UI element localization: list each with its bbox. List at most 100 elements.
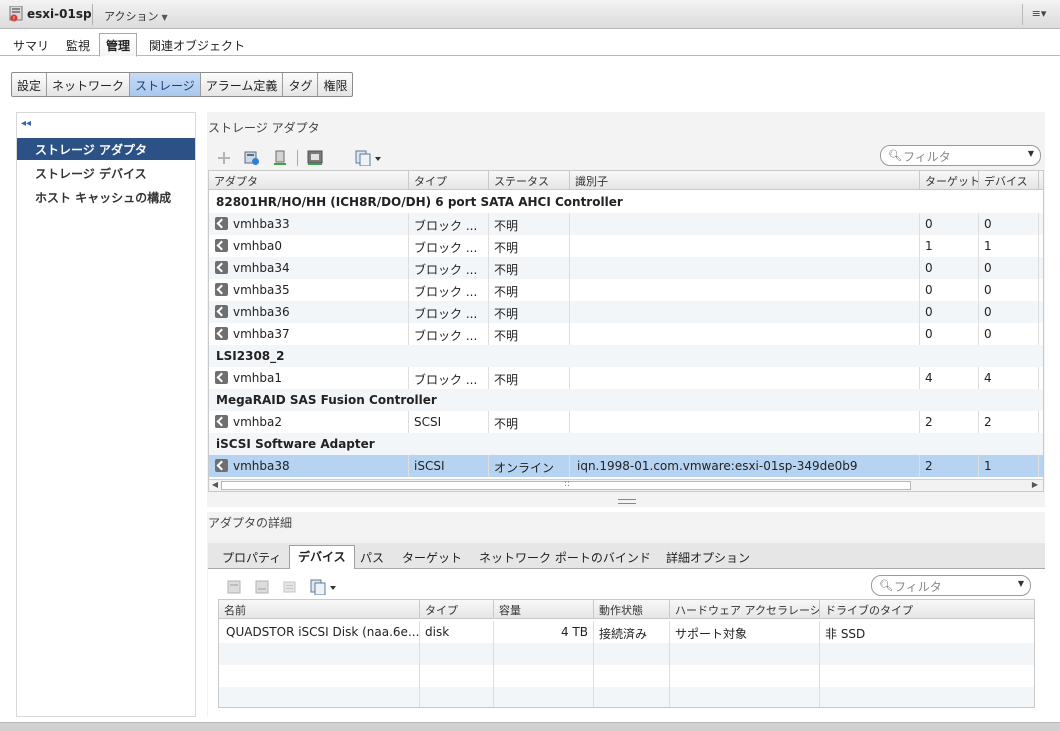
title-bar: ! esxi-01sp アクション ▼ ≡▾ — [0, 0, 1060, 29]
subtab-settings[interactable]: 設定 — [12, 73, 48, 96]
adapters-horizontal-scrollbar[interactable]: ◀ :: ▶ — [209, 479, 1043, 491]
devices-table: 名前 タイプ 容量 動作状態 ハードウェア アクセラレーシ... ドライブのタイ… — [218, 599, 1035, 708]
table-row[interactable]: vmhba36 ブロック ... 不明 0 0 — [209, 301, 1043, 323]
tab-related-objects[interactable]: 関連オブジェクト — [143, 34, 251, 56]
adapter-identifier — [570, 301, 920, 323]
adapter-filter-input[interactable]: 🔍︎ フィルタ ▼ — [880, 145, 1041, 166]
table-row[interactable]: vmhba37 ブロック ... 不明 0 0 — [209, 323, 1043, 345]
col-name[interactable]: 名前 — [219, 600, 420, 619]
col-hw-acceleration[interactable]: ハードウェア アクセラレーシ... — [670, 600, 820, 619]
adapter-devices: 1 — [979, 455, 1039, 477]
rescan-storage-icon[interactable] — [244, 150, 260, 166]
adapter-type: ブロック ... — [409, 235, 489, 257]
tab-manage[interactable]: 管理 — [99, 33, 138, 57]
col-targets[interactable]: ターゲット — [920, 171, 979, 190]
sub-tabs: 設定 ネットワーク ストレージ アラーム定義 タグ 権限 — [11, 72, 354, 97]
device-state: 接続済み — [594, 621, 670, 643]
dtab-paths[interactable]: パス — [352, 547, 392, 569]
adapter-status: 不明 — [489, 301, 570, 323]
export-devices-icon[interactable] — [310, 579, 338, 595]
search-icon: 🔍︎ — [879, 579, 893, 592]
actions-label: アクション — [104, 10, 159, 23]
subtab-permissions[interactable]: 権限 — [318, 73, 352, 96]
device-type: disk — [420, 621, 494, 643]
adapter-name-text: vmhba38 — [233, 459, 290, 473]
actions-menu[interactable]: アクション ▼ — [104, 8, 168, 24]
dtab-advanced-options[interactable]: 詳細オプション — [658, 547, 758, 569]
storage-adapter-icon — [215, 239, 228, 252]
table-row[interactable]: vmhba35 ブロック ... 不明 0 0 — [209, 279, 1043, 301]
panel-splitter[interactable] — [618, 499, 636, 504]
dtab-network-port-binding[interactable]: ネットワーク ポートのバインド — [471, 547, 659, 569]
collapse-icon[interactable]: ◂◂ — [21, 118, 31, 129]
adapter-targets: 2 — [920, 455, 979, 477]
adapter-type: ブロック ... — [409, 323, 489, 345]
adapter-settings-icon[interactable] — [307, 150, 323, 166]
empty-cell — [219, 687, 420, 707]
device-drive-type: 非 SSD — [825, 627, 866, 641]
adapters-table-header: アダプタ タイプ ステータス 識別子 ターゲット デバイス — [209, 171, 1043, 190]
adapter-type: ブロック ... — [409, 279, 489, 301]
col-status[interactable]: ステータス — [489, 171, 570, 190]
table-row[interactable]: vmhba2 SCSI 不明 2 2 — [209, 411, 1043, 433]
devices-table-header: 名前 タイプ 容量 動作状態 ハードウェア アクセラレーシ... ドライブのタイ… — [219, 600, 1034, 619]
dtab-devices[interactable]: デバイス — [289, 545, 355, 570]
col-drive-type[interactable]: ドライブのタイプ — [820, 600, 1034, 619]
adapter-group-row[interactable]: iSCSI Software Adapter — [209, 433, 1043, 455]
table-row[interactable]: vmhba33 ブロック ... 不明 0 0 — [209, 213, 1043, 235]
table-row[interactable]: vmhba38 iSCSI オンライン iqn.1998-01.com.vmware:… — [209, 455, 1043, 477]
adapter-targets: 1 — [920, 235, 979, 257]
dtab-properties[interactable]: プロパティ — [214, 547, 289, 569]
storage-adapter-icon — [215, 261, 228, 274]
nav-storage-adapters[interactable]: ストレージ アダプタ — [17, 138, 195, 160]
adapter-identifier — [570, 213, 920, 235]
table-row[interactable]: vmhba0 ブロック ... 不明 1 1 — [209, 235, 1043, 257]
adapter-targets: 0 — [920, 301, 979, 323]
adapter-group-name: LSI2308_2 — [216, 349, 285, 363]
col-identifier[interactable]: 識別子 — [570, 171, 920, 190]
empty-cell — [494, 643, 594, 665]
storage-adapter-icon — [215, 459, 228, 472]
subtab-network[interactable]: ネットワーク — [47, 73, 131, 96]
subtab-tags[interactable]: タグ — [283, 73, 319, 96]
col-device-type[interactable]: タイプ — [420, 600, 494, 619]
chevron-down-icon[interactable]: ▼ — [1018, 579, 1024, 588]
col-adapter[interactable]: アダプタ — [209, 171, 409, 190]
adapter-name: vmhba1 — [209, 367, 409, 389]
subtab-alarm-definitions[interactable]: アラーム定義 — [201, 73, 284, 96]
col-devices[interactable]: デバイス — [979, 171, 1039, 190]
col-capacity[interactable]: 容量 — [494, 600, 594, 619]
add-icon[interactable] — [216, 150, 232, 166]
nav-storage-devices[interactable]: ストレージ デバイス — [17, 162, 195, 184]
export-icon[interactable] — [355, 150, 383, 166]
table-row[interactable]: QUADSTOR iSCSI Disk (naa.6e... disk 4 TB… — [219, 621, 1034, 643]
tab-monitor[interactable]: 監視 — [60, 34, 96, 56]
scroll-left-icon[interactable]: ◀ — [209, 480, 221, 489]
adapter-name-text: vmhba36 — [233, 305, 290, 319]
empty-cell — [594, 687, 670, 707]
tab-summary[interactable]: サマリ — [7, 34, 55, 56]
rescan-adapter-icon[interactable] — [272, 150, 288, 166]
device-filter-input[interactable]: 🔍︎ フィルタ ▼ — [871, 575, 1031, 596]
adapter-status: 不明 — [489, 235, 570, 257]
adapter-name-text: vmhba2 — [233, 415, 283, 429]
adapter-group-row[interactable]: LSI2308_2 — [209, 345, 1043, 367]
empty-cell — [420, 665, 494, 687]
dtab-targets[interactable]: ターゲット — [394, 547, 470, 569]
adapter-group-row[interactable]: MegaRAID SAS Fusion Controller — [209, 389, 1043, 411]
chevron-down-icon[interactable]: ▼ — [1028, 149, 1034, 158]
table-row[interactable]: vmhba1 ブロック ... 不明 4 4 — [209, 367, 1043, 389]
adapter-status: 不明 — [489, 257, 570, 279]
subtab-storage[interactable]: ストレージ — [130, 73, 201, 96]
col-type[interactable]: タイプ — [409, 171, 489, 190]
panel-menu-button[interactable]: ≡▾ — [1022, 4, 1055, 25]
adapter-name-text: vmhba35 — [233, 283, 290, 297]
scroll-right-icon[interactable]: ▶ — [1029, 480, 1041, 489]
table-row[interactable]: vmhba34 ブロック ... 不明 0 0 — [209, 257, 1043, 279]
refresh-device-icon — [227, 580, 241, 594]
bottom-bar — [0, 722, 1060, 731]
adapter-group-row[interactable]: 82801HR/HO/HH (ICH8R/DO/DH) 6 port SATA … — [209, 191, 1043, 213]
nav-host-cache[interactable]: ホスト キャッシュの構成 — [17, 186, 195, 208]
storage-adapter-icon — [215, 327, 228, 340]
col-operational-state[interactable]: 動作状態 — [594, 600, 670, 619]
